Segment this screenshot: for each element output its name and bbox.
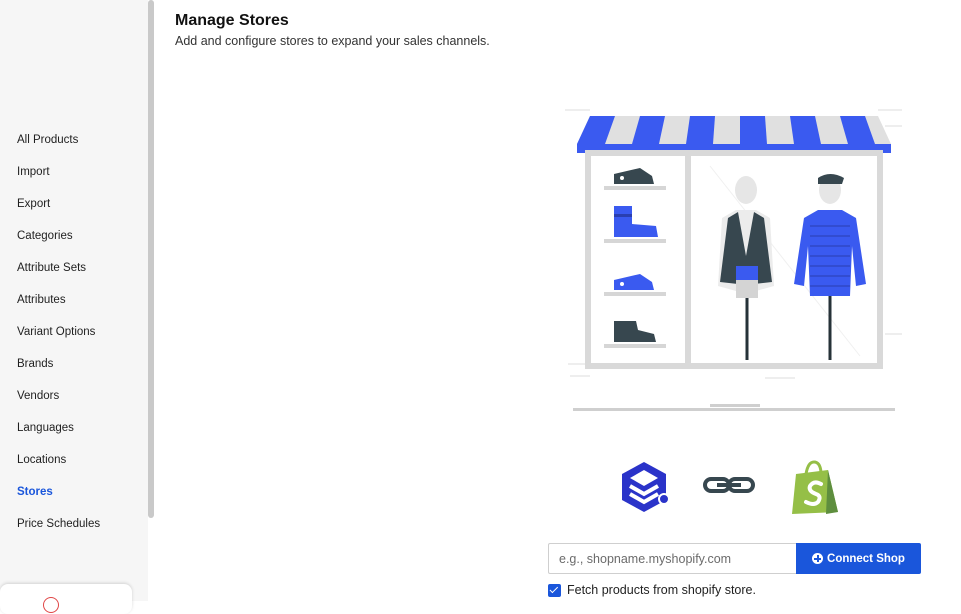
sidebar-scrollbar[interactable] xyxy=(148,0,154,518)
storefront-illustration xyxy=(565,109,902,411)
sidebar-item-locations[interactable]: Locations xyxy=(0,444,148,476)
sidebar-item-languages[interactable]: Languages xyxy=(0,412,148,444)
sidebar-item-brands[interactable]: Brands xyxy=(0,348,148,380)
shop-url-input[interactable] xyxy=(548,543,796,574)
fetch-products-checkbox[interactable] xyxy=(548,583,561,597)
page-subtitle: Add and configure stores to expand your … xyxy=(175,34,490,48)
fetch-products-label: Fetch products from shopify store. xyxy=(567,583,756,597)
sidebar-item-all-products[interactable]: All Products xyxy=(0,124,148,156)
sidebar-item-categories[interactable]: Categories xyxy=(0,220,148,252)
connect-shop-button[interactable]: Connect Shop xyxy=(796,543,921,574)
sidebar-item-variant-options[interactable]: Variant Options xyxy=(0,316,148,348)
alert-circle-icon xyxy=(43,597,59,613)
integration-logos xyxy=(618,458,842,518)
connect-shop-label: Connect Shop xyxy=(827,552,905,565)
plus-circle-icon xyxy=(812,553,824,564)
sidebar: All Products Import Export Categories At… xyxy=(0,0,148,614)
fetch-products-option: Fetch products from shopify store. xyxy=(548,583,756,597)
sidebar-item-stores[interactable]: Stores xyxy=(0,476,148,508)
sidebar-nav: All Products Import Export Categories At… xyxy=(0,124,148,540)
sidebar-bottom-card[interactable] xyxy=(0,584,132,614)
link-icon xyxy=(703,477,755,493)
sidebar-item-vendors[interactable]: Vendors xyxy=(0,380,148,412)
connect-shop-form: Connect Shop xyxy=(548,543,921,574)
sidebar-item-export[interactable]: Export xyxy=(0,188,148,220)
page-title: Manage Stores xyxy=(175,12,289,29)
sidebar-item-import[interactable]: Import xyxy=(0,156,148,188)
shopify-logo-icon xyxy=(792,460,838,514)
sidebar-item-attribute-sets[interactable]: Attribute Sets xyxy=(0,252,148,284)
sidebar-item-attributes[interactable]: Attributes xyxy=(0,284,148,316)
sidebar-item-price-schedules[interactable]: Price Schedules xyxy=(0,508,148,540)
app-logo-icon xyxy=(622,462,670,512)
page-header: Manage Stores Add and configure stores t… xyxy=(175,12,490,48)
